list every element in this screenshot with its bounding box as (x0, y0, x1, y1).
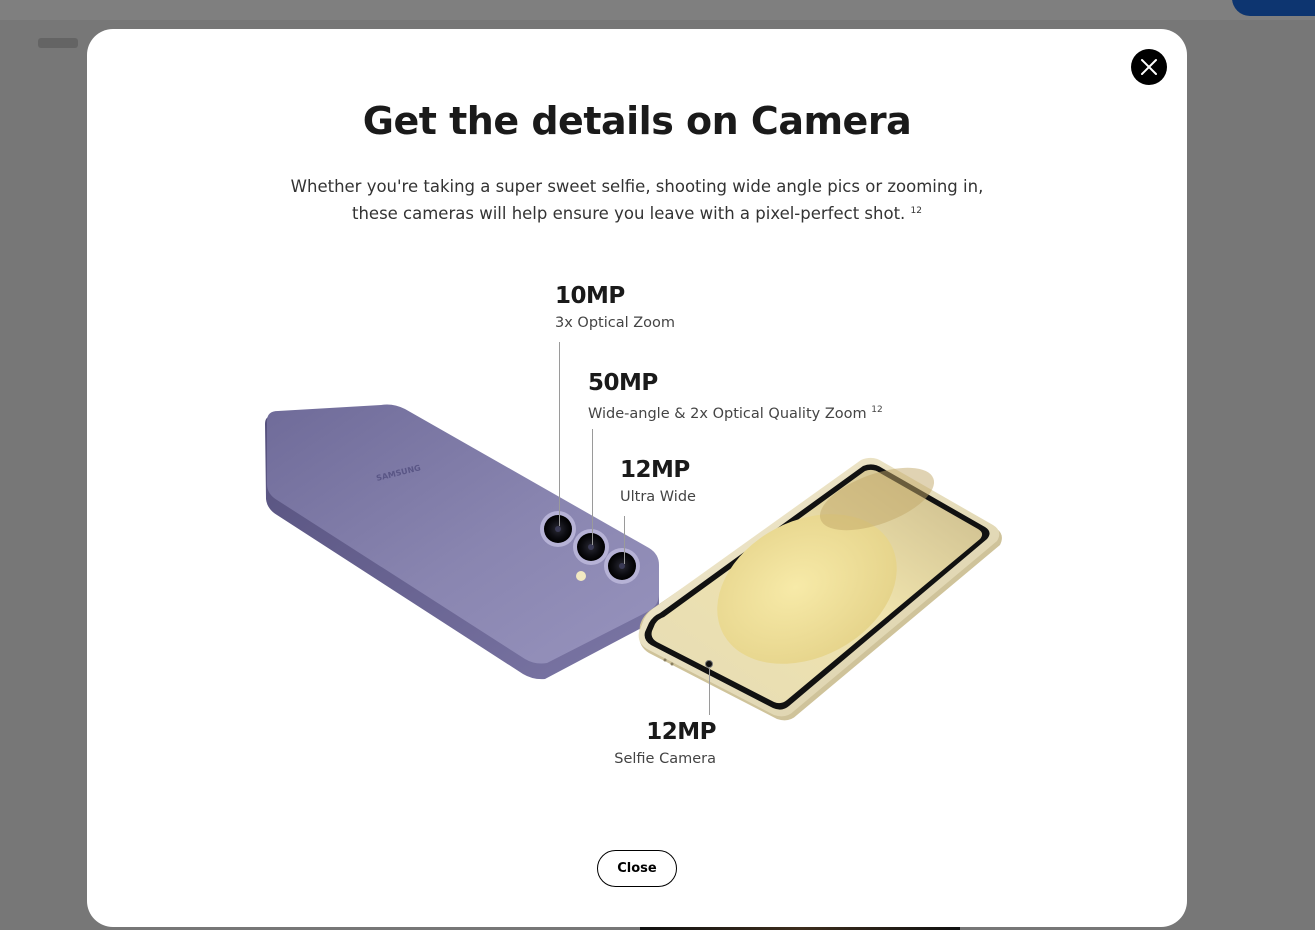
rear-camera-wide (573, 529, 609, 565)
spec-wide: 50MP Wide-angle & 2x Optical Quality Zoo… (588, 370, 883, 424)
spec-megapixels: 50MP (588, 370, 658, 396)
leader-line-50mp (592, 429, 593, 545)
spec-label: Wide-angle & 2x Optical Quality Zoom (588, 406, 867, 422)
spec-megapixels: 12MP (620, 457, 690, 483)
spec-label-wrap: Wide-angle & 2x Optical Quality Zoom 12 (588, 400, 883, 424)
spec-ultrawide: 12MP Ultra Wide (620, 457, 696, 507)
close-button[interactable]: Close (597, 850, 677, 887)
leader-line-12mp-selfie (709, 667, 710, 715)
spec-megapixels: 12MP (646, 719, 716, 745)
leader-line-10mp (559, 342, 560, 526)
rear-flash (576, 571, 586, 581)
spec-label: Ultra Wide (620, 489, 696, 505)
rear-camera-telephoto (540, 511, 576, 547)
phone-back: SAMSUNG (265, 404, 659, 680)
spec-footnote: 12 (871, 405, 883, 415)
leader-line-12mp-ultrawide (624, 516, 625, 564)
rear-camera-ultrawide (604, 548, 640, 584)
spec-selfie: 12MP Selfie Camera (607, 719, 716, 769)
spec-label: 3x Optical Zoom (555, 315, 676, 331)
spec-telephoto: 10MP 3x Optical Zoom (555, 283, 675, 333)
spec-label: Selfie Camera (614, 751, 716, 767)
spec-megapixels: 10MP (555, 283, 625, 309)
camera-details-modal: Get the details on Camera Whether you're… (87, 29, 1187, 927)
